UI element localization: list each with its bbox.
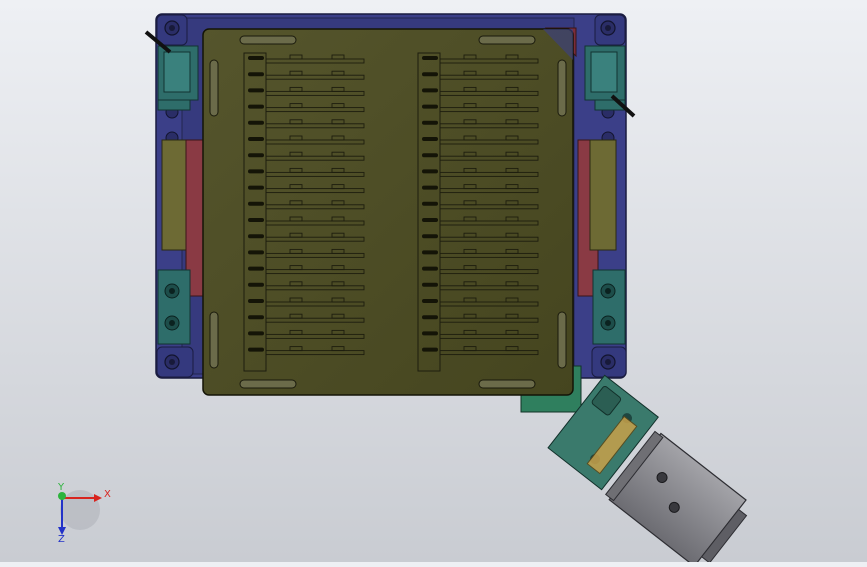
slot-notch	[248, 347, 264, 352]
slot-notch	[422, 104, 438, 109]
slot-notch	[248, 88, 264, 93]
slot-notch	[248, 331, 264, 336]
slot-notch	[422, 250, 438, 255]
slot-notch	[422, 120, 438, 125]
slot-notch	[422, 201, 438, 206]
slot-notch	[422, 88, 438, 93]
slot-notch	[248, 153, 264, 158]
slot-notch	[248, 201, 264, 206]
y-axis-label: Y	[57, 482, 65, 493]
slot-notch	[248, 72, 264, 77]
slot-notch	[248, 169, 264, 174]
bottom-right-clamp	[592, 269, 626, 345]
cad-viewport[interactable]: X Y Z	[0, 0, 867, 567]
slot-notch	[422, 266, 438, 271]
slot-notch	[422, 347, 438, 352]
slot-notch	[422, 72, 438, 77]
slot-notch	[248, 315, 264, 320]
x-axis-label: X	[104, 489, 111, 500]
slot-notch	[422, 169, 438, 174]
slot-notch	[248, 250, 264, 255]
slot-notch	[422, 315, 438, 320]
slot-notch	[422, 234, 438, 239]
slot-notch	[422, 137, 438, 141]
slot-notch	[422, 56, 438, 60]
slot-notch	[422, 282, 438, 287]
y-axis-arrow	[58, 492, 66, 500]
slot-notch	[248, 56, 264, 60]
slot-notch	[422, 185, 438, 190]
coordinate-triad: X Y Z	[57, 482, 111, 545]
bottom-left-clamp	[157, 269, 191, 345]
slot-notch	[422, 153, 438, 158]
slot-notch	[422, 331, 438, 336]
slot-notch	[248, 185, 264, 190]
z-axis-label: Z	[58, 534, 65, 545]
slot-notch	[248, 266, 264, 271]
slot-notch	[248, 282, 264, 287]
cad-model-view[interactable]: X Y Z	[0, 0, 867, 567]
slot-notch	[422, 218, 438, 222]
slot-notch	[248, 120, 264, 125]
slot-tray	[202, 28, 574, 396]
slot-notch	[248, 234, 264, 239]
slot-notch	[422, 299, 438, 303]
slot-notch	[248, 137, 264, 141]
slot-notch	[248, 104, 264, 109]
slot-notch	[248, 218, 264, 222]
slot-notch	[248, 299, 264, 303]
